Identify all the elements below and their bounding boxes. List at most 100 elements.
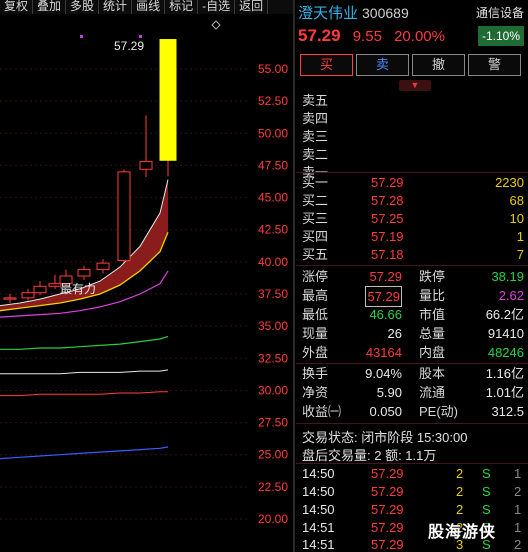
tick-volume: 2 <box>456 484 464 499</box>
trade-buttons: 买 卖 撤 警 <box>300 54 521 76</box>
bid-price: 57.18 <box>371 247 404 262</box>
stat-row: 最高 57.29 量比 2.62 <box>298 286 524 307</box>
stock-code: 300689 <box>362 5 409 21</box>
stat-label: 最低 <box>302 307 329 322</box>
buy-button[interactable]: 买 <box>300 54 353 76</box>
stat-label: 净资 <box>302 385 329 400</box>
y-axis-label: 55.00 <box>258 62 288 76</box>
tick-price: 57.29 <box>371 537 404 552</box>
pe-value: 312.5 <box>491 404 524 419</box>
candle-body <box>3 297 17 300</box>
ma250-line <box>0 391 168 397</box>
stock-header: 澄天伟业 300689 <box>298 2 409 23</box>
trading-status: 交易状态: 闭市阶段 15:30:00 <box>302 430 468 445</box>
stats-divider <box>296 265 528 266</box>
toolbar-draw-line-button[interactable]: 画线 <box>132 0 166 14</box>
toolbar-mark-button[interactable]: 标记 <box>165 0 199 14</box>
total-volume-value: 91410 <box>487 326 524 341</box>
panel-divider <box>293 0 295 552</box>
toolbar-back-button[interactable]: 返回 <box>235 0 269 14</box>
stat-row: 外盘 43164 内盘 48246 <box>298 343 524 362</box>
ask-label: 卖三 <box>302 129 329 144</box>
shares-value: 1.16亿 <box>485 366 524 381</box>
stat-label: 跌停 <box>419 269 446 284</box>
limit-down-value: 38.19 <box>491 269 524 284</box>
candle-body <box>96 262 110 271</box>
stat-row: 净资 5.90 流通 1.01亿 <box>298 383 524 402</box>
bid-row[interactable]: 买二 57.28 68 <box>298 192 524 210</box>
ma120-line <box>0 369 169 375</box>
y-axis-label: 25.00 <box>258 448 288 462</box>
sector-name[interactable]: 通信设备 <box>476 4 524 21</box>
bid-volume: 10 <box>509 211 524 226</box>
volume-ratio-value: 2.62 <box>498 288 524 303</box>
low-value: 46.66 <box>369 307 402 322</box>
outer-volume-value: 43164 <box>365 345 402 360</box>
stat-label: 现量 <box>302 326 329 341</box>
ma-long-line <box>0 446 169 460</box>
bid-row[interactable]: 买三 57.25 10 <box>298 210 524 228</box>
y-axis-label: 50.00 <box>258 126 288 140</box>
stat-label: 最高 <box>302 288 329 303</box>
y-axis-label: 35.00 <box>258 319 288 333</box>
alert-button[interactable]: 警 <box>468 54 521 76</box>
kline-chart[interactable]: 55.00 52.50 50.00 47.50 45.00 42.50 40.00 37.50… <box>0 14 293 552</box>
stat-label: 外盘 <box>302 345 329 360</box>
ma60-line <box>0 335 169 350</box>
marker-dot <box>139 35 142 38</box>
toolbar-overlay-button[interactable]: 叠加 <box>33 0 67 14</box>
bid-row[interactable]: 买一 57.29 2230 <box>298 174 524 192</box>
bid-label: 买五 <box>302 247 329 262</box>
stock-name[interactable]: 澄天伟业 <box>298 5 358 22</box>
tick-time: 14:50 <box>302 484 335 499</box>
bid-volume: 2230 <box>495 175 524 190</box>
marker-dot <box>80 35 83 38</box>
bid-price: 57.25 <box>371 211 404 226</box>
toolbar-remove-watchlist-button[interactable]: -自选 <box>198 0 236 14</box>
tick-price: 57.29 <box>371 484 404 499</box>
collapse-chevron-icon[interactable]: ▼ <box>399 80 431 91</box>
tick-price: 57.29 <box>371 466 404 481</box>
bid-volume: 68 <box>509 193 524 208</box>
toolbar-stats-button[interactable]: 统计 <box>99 0 133 14</box>
float-shares-value: 1.01亿 <box>485 385 524 400</box>
toolbar-restore-rights-button[interactable]: 复权 <box>0 0 34 14</box>
candle-body <box>139 161 153 170</box>
tick-price: 57.29 <box>371 502 404 517</box>
tick-count: 2 <box>514 537 522 552</box>
bid-label: 买二 <box>302 193 329 208</box>
price-change: 9.55 <box>352 28 382 45</box>
bid-price: 57.19 <box>371 229 404 244</box>
stat-label: PE(动) <box>419 404 459 419</box>
bid-row[interactable]: 买五 57.18 7 <box>298 246 524 264</box>
y-axis-label: 22.50 <box>258 480 288 494</box>
candle-body <box>117 171 131 262</box>
tick-row: 14:50 57.29 2 S 2 <box>298 483 524 500</box>
stat-label: 涨停 <box>302 269 329 284</box>
eps-value: 0.050 <box>369 404 402 419</box>
bid-row[interactable]: 买四 57.19 1 <box>298 228 524 246</box>
tick-count: 1 <box>514 466 522 481</box>
cancel-order-button[interactable]: 撤 <box>412 54 465 76</box>
diamond-icon[interactable] <box>211 20 221 30</box>
y-axis-label: 32.50 <box>258 351 288 365</box>
tick-row: 14:50 57.29 2 S 1 <box>298 501 524 518</box>
sell-button[interactable]: 卖 <box>356 54 409 76</box>
tick-count: 1 <box>514 502 522 517</box>
after-hours-volume: 盘后交易量: 2 额: 1.1万 <box>302 448 437 463</box>
stat-label: 量比 <box>419 288 446 303</box>
bid-label: 买四 <box>302 229 329 244</box>
ticks-divider <box>296 463 528 464</box>
last-price: 57.29 <box>298 26 341 45</box>
stat-row: 最低 46.66 市值 66.2亿 <box>298 305 524 324</box>
y-axis-label: 40.00 <box>258 255 288 269</box>
candle-body <box>77 269 91 277</box>
tick-side: S <box>482 502 491 517</box>
tick-count: 1 <box>514 520 522 535</box>
toolbar-multi-stock-button[interactable]: 多股 <box>66 0 100 14</box>
ask-row: 卖二 <box>298 146 524 164</box>
stat-row: 收益㈠ 0.050 PE(动) 312.5 <box>298 402 524 421</box>
candle-body <box>33 285 47 294</box>
tick-time: 14:50 <box>302 466 335 481</box>
bid-price: 57.29 <box>371 175 404 190</box>
